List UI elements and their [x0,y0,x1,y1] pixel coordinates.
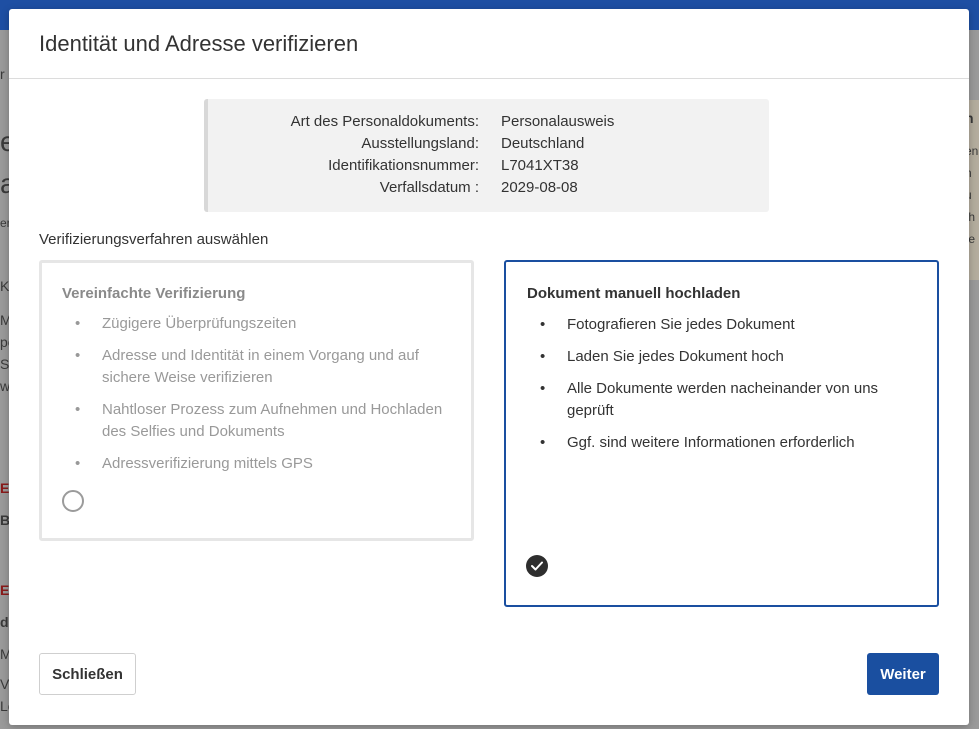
info-row-document-type: Art des Personaldokuments: Personalauswe… [208,113,769,135]
option-bullet-list: Fotografieren Sie jedes Dokument Laden S… [527,314,917,464]
background-text: r [0,66,5,82]
list-item: Laden Sie jedes Dokument hoch [527,346,917,368]
option-card-simplified[interactable]: Vereinfachte Verifizierung Zügigere Über… [39,260,474,541]
option-title: Vereinfachte Verifizierung [62,285,246,302]
background-text: K [0,278,10,294]
info-value: 2029-08-08 [501,179,578,196]
info-row-expiry-date: Verfallsdatum : 2029-08-08 [208,179,769,201]
background-text: d [0,614,9,630]
info-label: Ausstellungsland: [361,135,479,152]
option-card-manual-upload[interactable]: Dokument manuell hochladen Fotografieren… [504,260,939,607]
background-text: E [0,582,10,598]
info-value: Deutschland [501,135,585,152]
info-label: Art des Personaldokuments: [290,113,479,130]
info-value: L7041XT38 [501,157,579,174]
dialog-title: Identität und Adresse verifizieren [39,31,359,56]
info-label: Verfallsdatum : [379,179,479,196]
document-info-box: Art des Personaldokuments: Personalauswe… [204,99,769,212]
list-item: Adressverifizierung mittels GPS [62,453,452,475]
info-value: Personalausweis [501,113,615,130]
list-item: Ggf. sind weitere Informationen erforder… [527,432,917,454]
radio-unselected-icon[interactable] [62,490,84,512]
next-button[interactable]: Weiter [867,653,939,695]
checkmark-icon [531,561,543,571]
list-item: Adresse und Identität in einem Vorgang u… [62,345,452,389]
list-item: Zügigere Überprüfungszeiten [62,313,452,335]
info-label: Identifikationsnummer: [328,157,479,174]
option-title: Dokument manuell hochladen [527,285,741,302]
radio-checked-icon[interactable] [526,555,548,577]
close-button[interactable]: Schließen [39,653,136,695]
dialog-header: Identität und Adresse verifizieren [9,9,969,79]
info-row-issuing-country: Ausstellungsland: Deutschland [208,135,769,157]
option-bullet-list: Zügigere Überprüfungszeiten Adresse und … [62,313,452,485]
list-item: Fotografieren Sie jedes Dokument [527,314,917,336]
background-text: E [0,480,10,496]
info-row-id-number: Identifikationsnummer: L7041XT38 [208,157,769,179]
verification-dialog: Identität und Adresse verifizieren Art d… [9,9,969,725]
background-text: V [0,676,10,692]
list-item: Alle Dokumente werden nacheinander von u… [527,378,917,422]
method-section-label: Verifizierungsverfahren auswählen [39,231,269,248]
list-item: Nahtloser Prozess zum Aufnehmen und Hoch… [62,399,452,443]
